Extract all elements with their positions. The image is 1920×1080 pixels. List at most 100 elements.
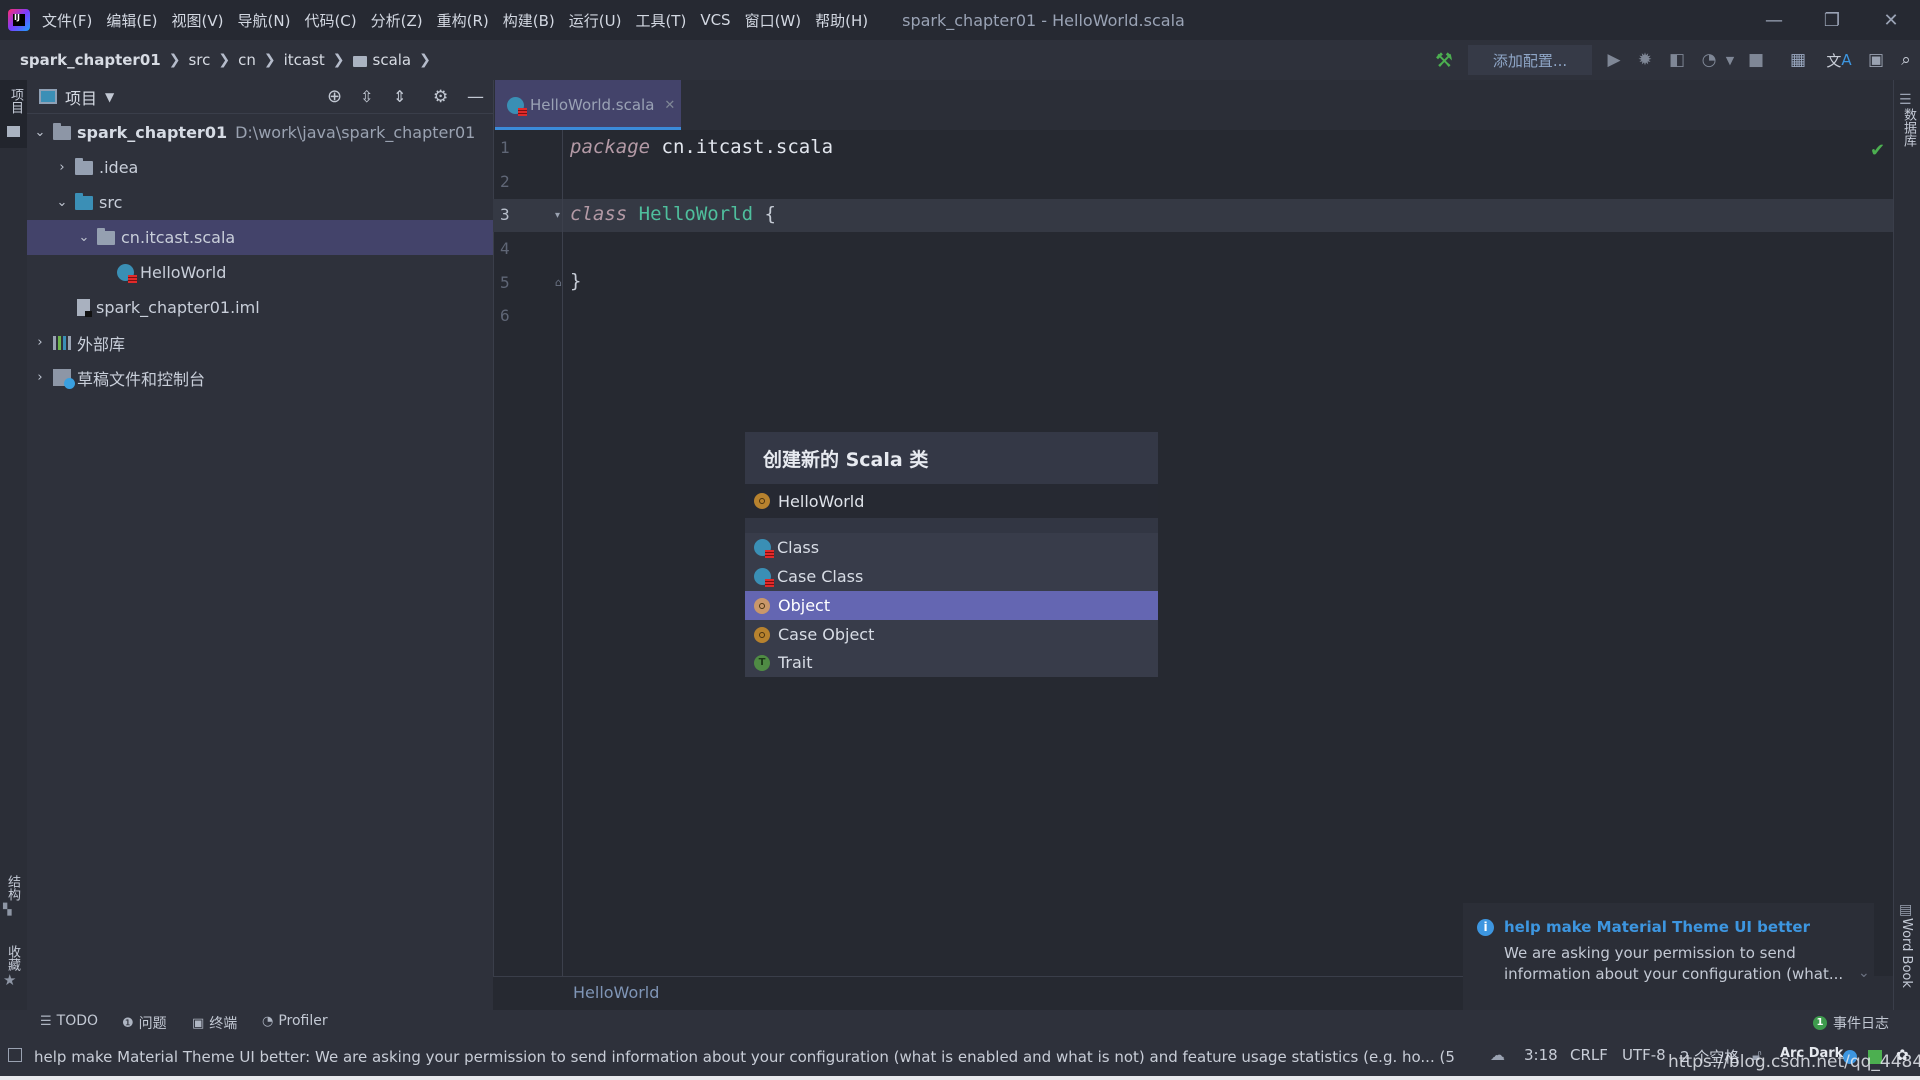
menu-vcs[interactable]: VCS <box>700 11 730 29</box>
menu-build[interactable]: 构建(B) <box>503 10 555 31</box>
kind-option-case-class[interactable]: Case Class <box>745 562 1158 591</box>
tool-label: 问题 <box>138 1016 167 1032</box>
chevron-right-icon[interactable]: › <box>33 370 47 385</box>
window-title: spark_chapter01 - HelloWorld.scala <box>902 10 1185 30</box>
tool-terminal[interactable]: ▣ 终端 <box>192 1013 237 1033</box>
search-icon[interactable]: ⌕ <box>1894 48 1918 72</box>
tool-event-log[interactable]: 1 事件日志 <box>1813 1013 1889 1033</box>
tree-item-idea[interactable]: › .idea <box>27 150 493 185</box>
run-icon[interactable]: ▶ <box>1602 48 1626 72</box>
build-hammer-icon[interactable]: ⚒ <box>1432 48 1456 72</box>
hide-panel-icon[interactable]: — <box>467 87 484 107</box>
status-message[interactable]: help make Material Theme UI better: We a… <box>34 1046 1454 1067</box>
chevron-down-icon[interactable]: ⌄ <box>33 125 47 140</box>
breadcrumb-src[interactable]: src <box>188 51 210 69</box>
stop-icon[interactable]: ■ <box>1744 48 1768 72</box>
code-editor[interactable] <box>493 130 1893 976</box>
kind-option-class[interactable]: Class <box>745 533 1158 562</box>
package-icon <box>97 227 115 245</box>
no-problems-check-icon[interactable]: ✔ <box>1870 140 1885 161</box>
tree-item-helloworld[interactable]: HelloWorld <box>27 255 493 290</box>
caret-position[interactable]: 3:18 <box>1524 1046 1558 1064</box>
project-structure-icon[interactable]: ▦ <box>1786 48 1810 72</box>
menu-tools[interactable]: 工具(T) <box>635 10 686 31</box>
code-line-5[interactable]: } <box>570 270 581 292</box>
menu-run[interactable]: 运行(U) <box>569 10 622 31</box>
code-line-1[interactable]: package cn.itcast.scala <box>570 136 833 158</box>
cloud-settings-icon[interactable]: ☁ <box>1490 1046 1505 1064</box>
kind-option-object[interactable]: Object <box>745 591 1158 620</box>
breadcrumb-scala[interactable]: scala <box>373 51 412 69</box>
wordbook-tool-button[interactable]: ▤ Word Book <box>1899 902 1920 988</box>
project-panel-header: 项目 ▼ ⊕ ⇳ ⇕ ⚙ — <box>27 80 493 114</box>
minimize-button[interactable]: — <box>1745 0 1803 40</box>
translate-icon[interactable]: 文A <box>1826 48 1851 72</box>
tool-todo[interactable]: ☰ TODO <box>40 1013 98 1029</box>
kind-option-case-object[interactable]: Case Object <box>745 620 1158 649</box>
notification-title[interactable]: help make Material Theme UI better <box>1504 918 1810 936</box>
tab-helloworld-scala[interactable]: HelloWorld.scala ✕ <box>495 80 681 130</box>
project-view-selector[interactable]: 项目 <box>65 85 97 109</box>
close-button[interactable]: ✕ <box>1862 0 1920 40</box>
file-encoding[interactable]: UTF-8 <box>1622 1046 1666 1064</box>
menu-refactor[interactable]: 重构(R) <box>437 10 489 31</box>
chevron-right-icon[interactable]: › <box>55 160 69 175</box>
expand-chevron-icon[interactable]: ⌄ <box>1858 965 1870 981</box>
coverage-icon[interactable]: ◧ <box>1665 48 1689 72</box>
expand-all-icon[interactable]: ⇳ <box>360 87 373 106</box>
menu-navigate[interactable]: 导航(N) <box>238 10 291 31</box>
menu-view[interactable]: 视图(V) <box>172 10 224 31</box>
menu-edit[interactable]: 编辑(E) <box>106 10 157 31</box>
tool-profiler[interactable]: ◔ Profiler <box>262 1013 328 1029</box>
breadcrumb-itcast[interactable]: itcast <box>284 51 325 69</box>
chevron-down-icon[interactable]: ⌄ <box>55 195 69 210</box>
tree-item-package[interactable]: ⌄ cn.itcast.scala <box>27 220 493 255</box>
tool-label: TODO <box>56 1013 99 1029</box>
run-anything-icon[interactable]: ▣ <box>1864 48 1888 72</box>
tool-label: 终端 <box>209 1016 238 1032</box>
tool-label: Profiler <box>278 1013 328 1029</box>
debug-icon[interactable]: ✹ <box>1633 48 1657 72</box>
breadcrumb-project[interactable]: spark_chapter01 <box>20 51 161 69</box>
database-tool-button[interactable]: ☰ 数据库 <box>1899 92 1920 147</box>
breadcrumb-class[interactable]: HelloWorld <box>573 983 659 1002</box>
dialog-title: 创建新的 Scala 类 <box>745 432 1158 484</box>
toggle-tool-windows-icon[interactable] <box>8 1048 22 1062</box>
menu-window[interactable]: 窗口(W) <box>745 10 802 31</box>
close-tab-icon[interactable]: ✕ <box>664 98 675 113</box>
database-icon: ☰ <box>1899 92 1912 108</box>
menu-file[interactable]: 文件(F) <box>42 10 92 31</box>
project-tool-button[interactable]: 项目 <box>0 80 27 148</box>
chevron-down-icon[interactable]: ▼ <box>1718 48 1742 72</box>
menu-analyze[interactable]: 分析(Z) <box>371 10 423 31</box>
menu-code[interactable]: 代码(C) <box>304 10 356 31</box>
class-name-input[interactable]: HelloWorld <box>745 484 1158 518</box>
line-number: 2 <box>500 172 510 191</box>
fold-icon[interactable]: ▾ <box>555 210 560 221</box>
tree-item-iml[interactable]: spark_chapter01.iml <box>27 290 493 325</box>
code-line-3[interactable]: class HelloWorld { <box>570 203 776 225</box>
chevron-down-icon[interactable]: ▼ <box>105 90 114 104</box>
editor-breadcrumb: HelloWorld <box>493 976 1463 1010</box>
kind-option-trait[interactable]: T Trait <box>745 648 1158 677</box>
menu-help[interactable]: 帮助(H) <box>815 10 868 31</box>
tree-item-external-libraries[interactable]: › 外部库 <box>27 325 493 360</box>
breadcrumb-cn[interactable]: cn <box>238 51 256 69</box>
gear-icon[interactable]: ⚙ <box>433 87 448 107</box>
chevron-down-icon[interactable]: ⌄ <box>77 230 91 245</box>
line-separator[interactable]: CRLF <box>1570 1046 1608 1064</box>
source-folder-icon <box>75 192 93 210</box>
add-configuration-button[interactable]: 添加配置... <box>1468 45 1592 75</box>
collapse-all-icon[interactable]: ⇕ <box>393 87 406 106</box>
tree-item-project-root[interactable]: ⌄ spark_chapter01 D:\work\java\spark_cha… <box>27 115 493 150</box>
locate-icon[interactable]: ⊕ <box>327 86 342 107</box>
bottom-edge <box>0 1076 1920 1080</box>
fold-end-icon[interactable]: ⌂ <box>555 276 562 289</box>
tree-item-src[interactable]: ⌄ src <box>27 185 493 220</box>
tree-item-scratches[interactable]: › 草稿文件和控制台 <box>27 360 493 395</box>
module-icon <box>53 122 71 140</box>
tool-problems[interactable]: ❶ 问题 <box>122 1013 167 1033</box>
chevron-right-icon[interactable]: › <box>33 335 47 350</box>
folder-icon <box>75 157 93 175</box>
restore-button[interactable]: ❐ <box>1803 0 1861 40</box>
